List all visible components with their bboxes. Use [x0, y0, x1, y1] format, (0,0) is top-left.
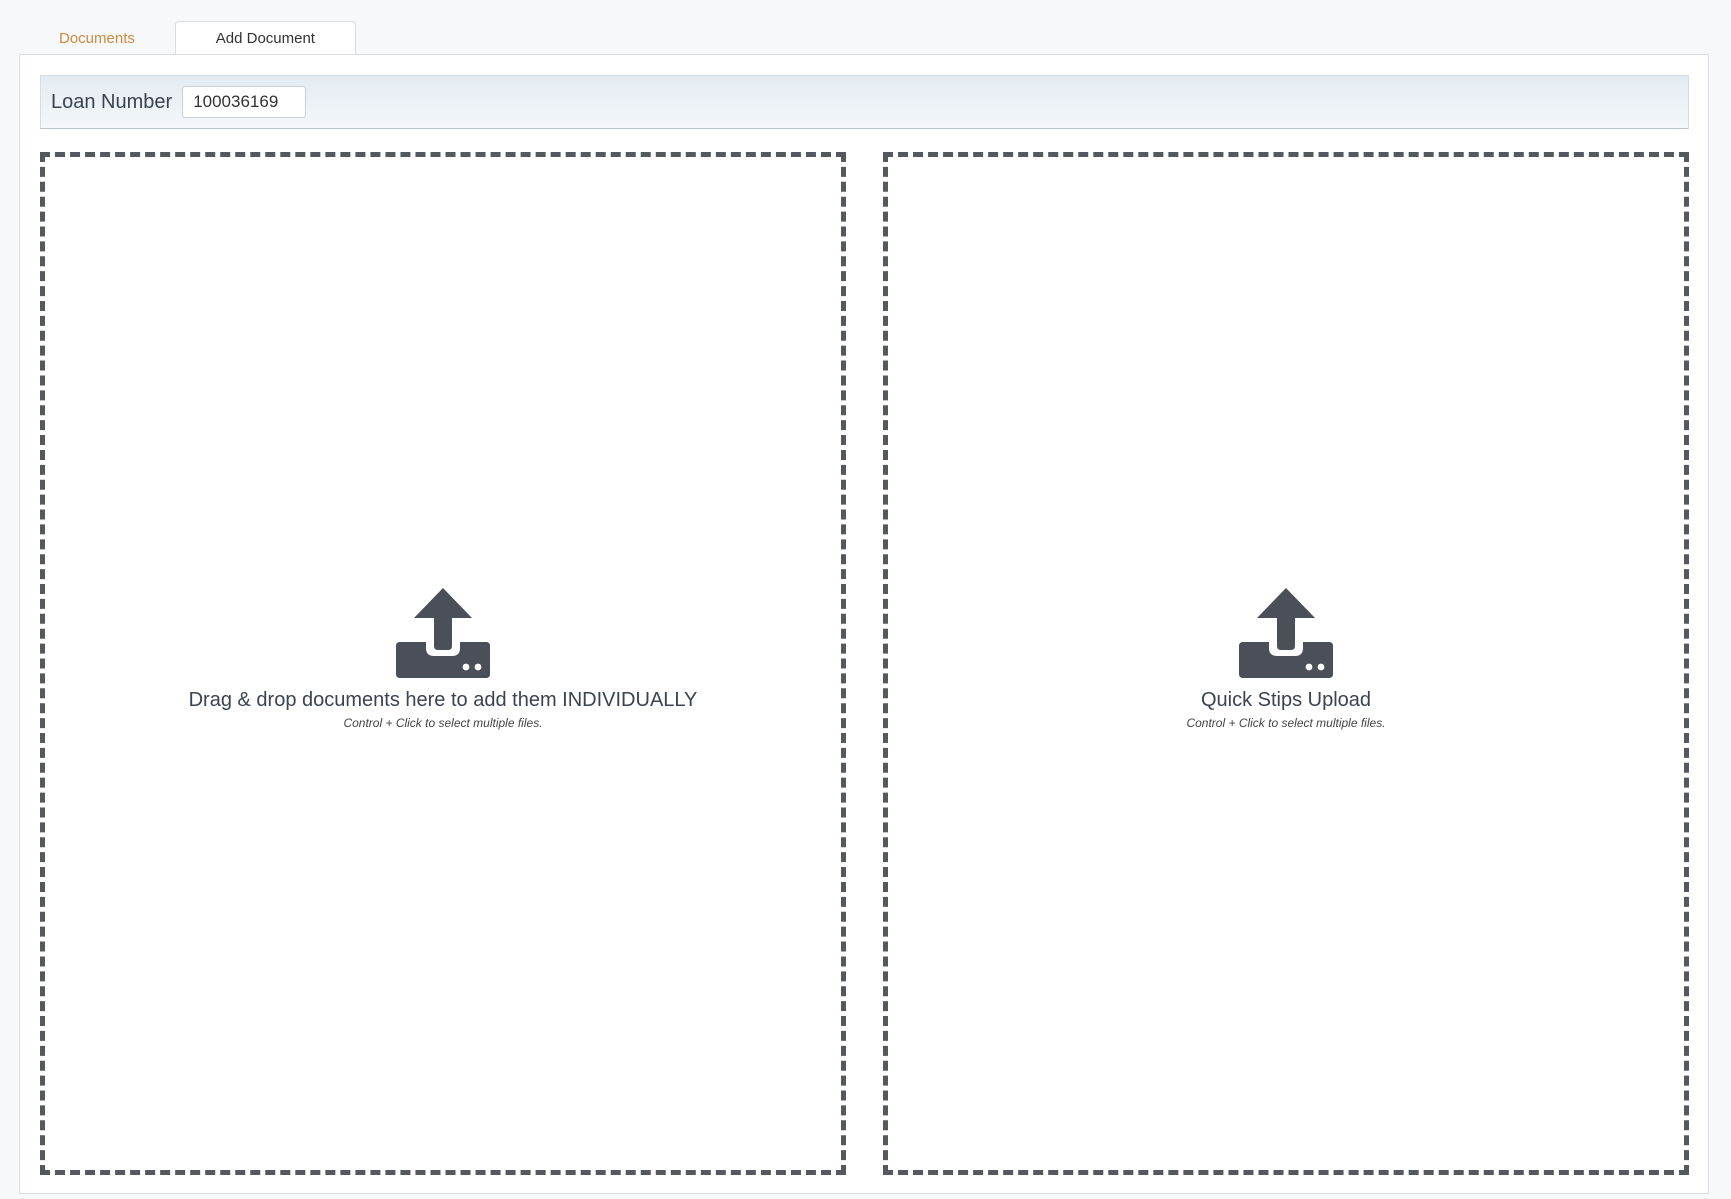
- quick-stips-upload-hint: Control + Click to select multiple files…: [1186, 715, 1386, 730]
- tab-bar: Documents Add Document: [19, 20, 356, 56]
- dropzone-content: Quick Stips Upload Control + Click to se…: [1186, 587, 1386, 730]
- tab-documents[interactable]: Documents: [19, 21, 175, 55]
- tab-add-document[interactable]: Add Document: [174, 21, 356, 56]
- quick-stips-upload-title: Quick Stips Upload: [1200, 688, 1372, 711]
- tab-add-document-label: Add Document: [215, 30, 315, 47]
- individual-upload-dropzone[interactable]: Drag & drop documents here to add them I…: [40, 152, 846, 1175]
- tab-documents-label: Documents: [59, 29, 135, 47]
- loan-number-input[interactable]: [182, 86, 307, 118]
- add-document-panel: Loan Number Drag & drop documents here t…: [19, 54, 1709, 1194]
- loan-number-bar: Loan Number: [40, 75, 1689, 129]
- individual-upload-hint: Control + Click to select multiple files…: [343, 715, 543, 730]
- quick-stips-upload-dropzone[interactable]: Quick Stips Upload Control + Click to se…: [883, 152, 1689, 1175]
- upload-icon: [1238, 587, 1333, 678]
- loan-number-label: Loan Number: [51, 90, 173, 113]
- upload-icon: [396, 587, 490, 678]
- individual-upload-title: Drag & drop documents here to add them I…: [188, 688, 698, 711]
- dropzone-content: Drag & drop documents here to add them I…: [188, 587, 698, 730]
